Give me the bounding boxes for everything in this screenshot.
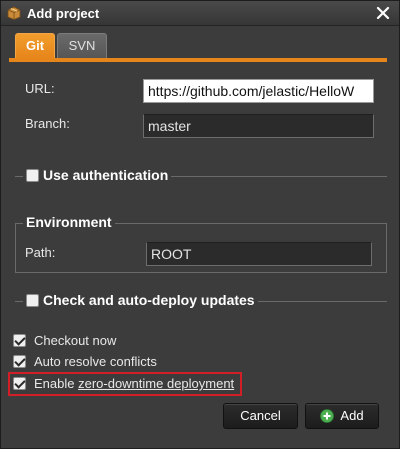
checkout-now-label: Checkout now (34, 333, 117, 348)
package-icon (7, 6, 21, 20)
add-button[interactable]: Add (305, 403, 379, 429)
environment-legend: Environment (23, 214, 115, 230)
path-input[interactable]: ROOT (146, 242, 372, 266)
autodeploy-checkbox[interactable] (26, 293, 39, 307)
tab-git[interactable]: Git (15, 33, 55, 59)
zero-downtime-label: Enable zero-downtime deployment (34, 376, 234, 391)
path-label: Path: (25, 245, 56, 260)
checkout-now-checkbox[interactable] (13, 334, 26, 347)
autodeploy-legend: Check and auto-deploy updates (23, 292, 258, 308)
branch-label: Branch: (25, 116, 70, 131)
auth-legend: Use authentication (23, 167, 172, 183)
autodeploy-label: Check and auto-deploy updates (43, 292, 255, 308)
dialog-title: Add project (27, 6, 100, 21)
url-input[interactable]: https://github.com/jelastic/HelloW (143, 79, 374, 103)
url-label: URL: (25, 81, 55, 96)
title-bar[interactable]: Add project (1, 1, 399, 26)
zero-downtime-link[interactable]: zero-downtime deployment (78, 376, 234, 391)
zero-downtime-prefix: Enable (34, 376, 79, 391)
close-icon[interactable] (375, 5, 391, 21)
add-button-label: Add (340, 408, 364, 423)
add-project-dialog: Add project Git SVN URL: https://github.… (0, 0, 400, 449)
auto-resolve-label: Auto resolve conflicts (34, 354, 157, 369)
tab-svn[interactable]: SVN (57, 33, 107, 59)
zero-downtime-checkbox[interactable] (13, 377, 26, 390)
auth-label: Use authentication (43, 167, 169, 183)
cancel-button[interactable]: Cancel (223, 403, 298, 429)
branch-input[interactable]: master (143, 114, 374, 138)
auth-checkbox[interactable] (26, 168, 39, 182)
auto-resolve-checkbox[interactable] (13, 355, 26, 368)
tab-strip (9, 58, 387, 62)
plus-circle-icon (320, 409, 335, 423)
